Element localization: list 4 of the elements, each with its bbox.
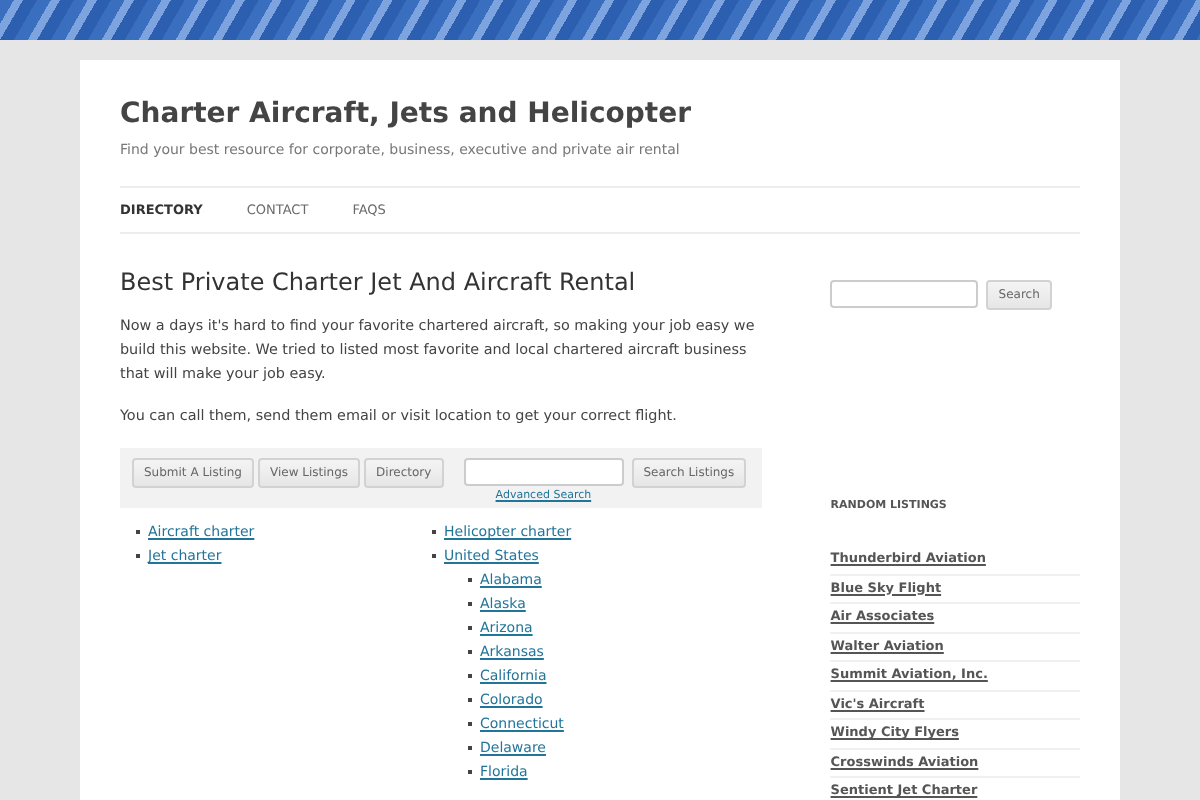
search-field[interactable] [463,458,624,486]
site-title[interactable]: Charter Aircraft, Jets and Helicopter [120,98,691,130]
search-field[interactable] [830,280,979,308]
article-title: Best Private Charter Jet And Aircraft Rental [120,268,638,296]
